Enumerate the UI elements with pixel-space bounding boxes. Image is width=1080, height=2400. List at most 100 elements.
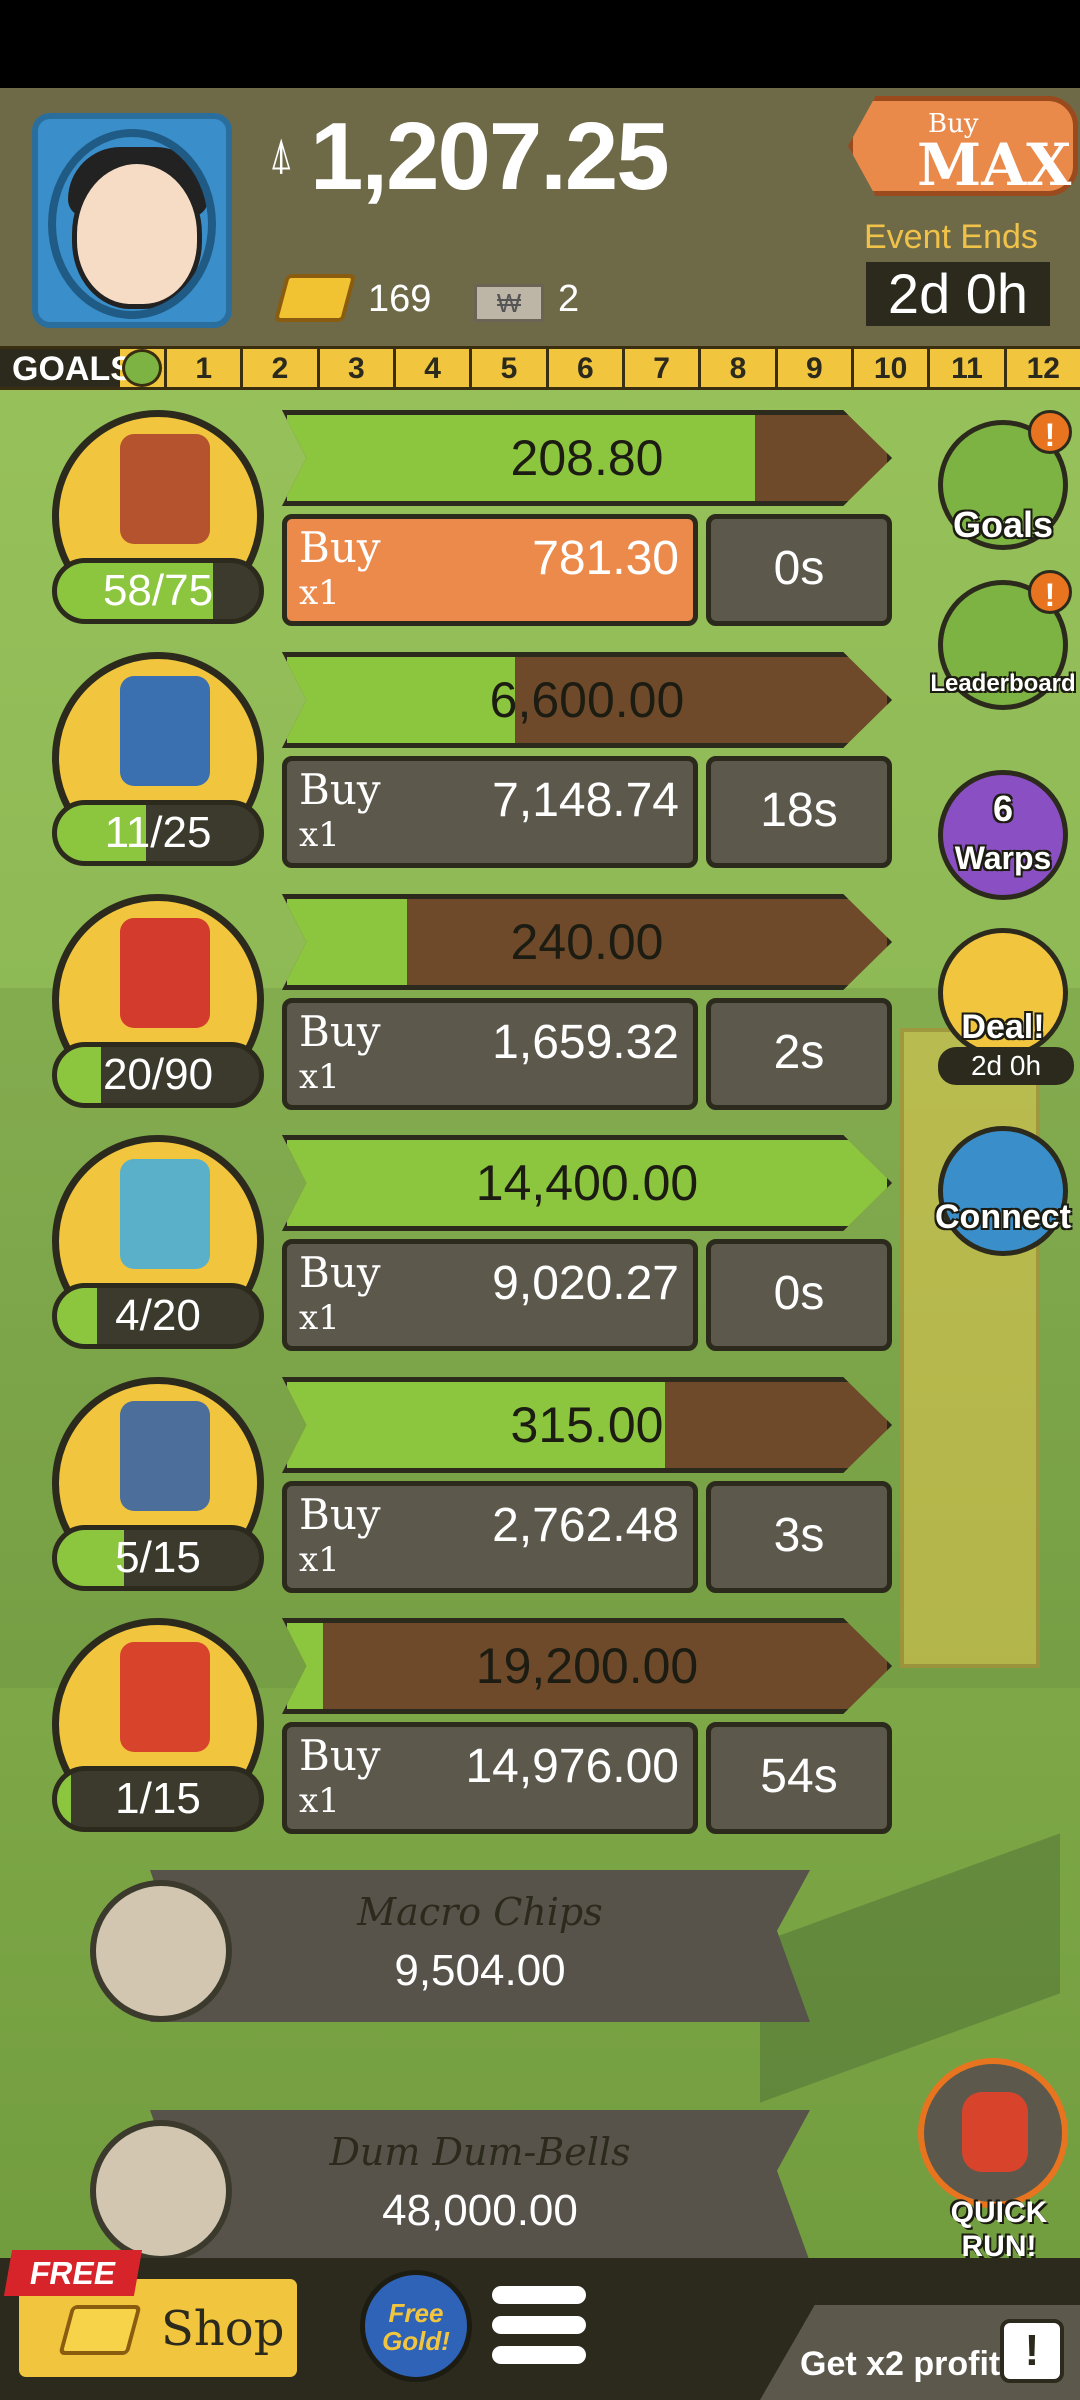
- locked-business-row[interactable]: Macro Chips 9,504.00: [90, 1870, 810, 2022]
- game-console-icon: [120, 1401, 210, 1511]
- buy-cost: 1,659.32: [492, 1016, 679, 1069]
- boxing-glove-icon: [120, 1642, 210, 1752]
- deal-button[interactable]: Deal!: [938, 928, 1068, 1058]
- business-row-boxing-glove: 1/15 19,200.00 Buy x1 14,976.00 54s: [0, 1618, 900, 1834]
- business-row-treadmill: 11/25 6,600.00 Buy x1 7,148.74 18s: [0, 652, 900, 868]
- buy-button[interactable]: Buy x1 1,659.32: [282, 998, 698, 1110]
- cycle-timer: 0s: [706, 514, 892, 626]
- background-poster: [900, 1028, 1040, 1668]
- locked-business-cost: 48,000.00: [382, 2186, 578, 2235]
- status-bar: [0, 0, 1080, 88]
- buy-max-button[interactable]: Buy MAX: [848, 96, 1078, 196]
- hamburger-menu-icon[interactable]: [492, 2286, 588, 2376]
- buy-label: Buy: [299, 1731, 381, 1780]
- avatar-helmet: [48, 129, 216, 319]
- shop-label: Shop: [161, 2301, 285, 2357]
- buy-cost: 781.30: [532, 532, 679, 585]
- goal-number: 4: [392, 349, 469, 387]
- goals-bar[interactable]: GOALS 1 2 3 4 5 6 7 8 9 10 11 12: [0, 346, 1080, 390]
- goals-side-label: Goals: [952, 504, 1054, 545]
- buy-button[interactable]: Buy x1 9,020.27: [282, 1239, 698, 1351]
- buy-label: Buy: [299, 765, 381, 814]
- cycle-timer: 2s: [706, 998, 892, 1110]
- buy-button[interactable]: Buy x1 2,762.48: [282, 1481, 698, 1593]
- warps-label: Warps: [954, 840, 1052, 876]
- owned-count-label: 5/15: [115, 1533, 201, 1582]
- player-avatar[interactable]: [32, 113, 232, 328]
- goals-gift-icon: [120, 349, 164, 387]
- revenue-progress-bar[interactable]: 208.80: [282, 410, 892, 506]
- connect-label: Connect: [935, 1198, 1071, 1236]
- buy-label: Buy: [299, 1007, 381, 1056]
- locked-business-row[interactable]: Dum Dum-Bells 48,000.00: [90, 2110, 810, 2262]
- revenue-progress-bar[interactable]: 19,200.00: [282, 1618, 892, 1714]
- deal-label: Deal!: [961, 1008, 1045, 1046]
- gold-gem-icon: [58, 2305, 142, 2355]
- owned-count: 1/15: [52, 1766, 264, 1832]
- connect-button[interactable]: Connect: [935, 1126, 1071, 1256]
- free-ribbon: FREE: [3, 2250, 143, 2296]
- revenue-value: 208.80: [510, 430, 664, 486]
- revenue-progress-bar[interactable]: 6,600.00: [282, 652, 892, 748]
- owned-count: 58/75: [52, 558, 264, 624]
- revenue-value: 19,200.00: [475, 1638, 699, 1694]
- event-timer: 2d 0h: [866, 262, 1050, 326]
- boxing-glove-icon: [962, 2092, 1028, 2172]
- smoothie-cup-icon: [120, 1159, 210, 1269]
- owned-count-label: 1/15: [115, 1774, 201, 1823]
- x2-profit-label: Get x2 profit!: [800, 2345, 1012, 2383]
- buy-multiplier: x1: [299, 1540, 340, 1580]
- business-row-soda-can: 20/90 240.00 Buy x1 1,659.32 2s: [0, 894, 900, 1110]
- buy-cost: 9,020.27: [492, 1257, 679, 1310]
- goals-alert-icon: !: [1028, 410, 1072, 454]
- money-icon: ⍋: [268, 130, 295, 179]
- goals-side-button[interactable]: ! Goals: [938, 410, 1072, 550]
- quick-run-button[interactable]: QUICK RUN!: [918, 2058, 1068, 2263]
- revenue-value: 315.00: [510, 1397, 664, 1453]
- cycle-timer: 54s: [706, 1722, 892, 1834]
- buy-cost: 2,762.48: [492, 1499, 679, 1552]
- goal-number: 5: [469, 349, 545, 387]
- buy-multiplier: x1: [299, 1298, 340, 1338]
- buy-button[interactable]: Buy x1 14,976.00: [282, 1722, 698, 1834]
- gold-count: 169: [368, 278, 432, 320]
- buy-multiplier: x1: [299, 815, 340, 855]
- cycle-timer: 3s: [706, 1481, 892, 1593]
- goal-number: 9: [774, 349, 851, 387]
- goal-number: 8: [698, 349, 774, 387]
- buy-label: Buy: [299, 1490, 381, 1539]
- owned-count-label: 58/75: [102, 566, 214, 615]
- warps-button[interactable]: 6 Warps: [938, 770, 1068, 900]
- buy-multiplier: x1: [299, 573, 340, 613]
- revenue-value: 6,600.00: [489, 672, 685, 728]
- owned-count: 4/20: [52, 1283, 264, 1349]
- buy-button[interactable]: Buy x1 7,148.74: [282, 756, 698, 868]
- owned-count-label: 20/90: [102, 1050, 214, 1099]
- revenue-progress-bar[interactable]: 240.00: [282, 894, 892, 990]
- goal-number: 12: [1003, 349, 1080, 387]
- buy-multiplier: x1: [299, 1057, 340, 1097]
- buy-label: Buy: [299, 1248, 381, 1297]
- free-gold-button[interactable]: Free Gold!: [360, 2270, 472, 2382]
- buy-label: Buy: [299, 523, 381, 572]
- treadmill-icon: [120, 676, 210, 786]
- locked-business-name: Macro Chips: [357, 1890, 603, 1934]
- quick-run-label: QUICK RUN!: [950, 2196, 1048, 2263]
- cycle-timer: 18s: [706, 756, 892, 868]
- leaderboard-button[interactable]: ! Leaderboard: [930, 570, 1076, 710]
- cycle-timer: 0s: [706, 1239, 892, 1351]
- leaderboard-alert-icon: !: [1028, 570, 1072, 614]
- revenue-progress-bar[interactable]: 14,400.00: [282, 1135, 892, 1231]
- business-row-game-console: 5/15 315.00 Buy x1 2,762.48 3s: [0, 1377, 900, 1593]
- owned-count-label: 11/25: [104, 808, 212, 857]
- owned-count-label: 4/20: [115, 1291, 201, 1340]
- gold-icon: [273, 274, 357, 322]
- goal-number: 1: [164, 349, 240, 387]
- megabucks-count: 2: [558, 278, 580, 320]
- buy-max-bottom: MAX: [917, 131, 1072, 199]
- revenue-progress-bar[interactable]: 315.00: [282, 1377, 892, 1473]
- locked-business-name: Dum Dum-Bells: [329, 2130, 631, 2174]
- buy-button[interactable]: Buy x1 781.30: [282, 514, 698, 626]
- leaderboard-label: Leaderboard: [930, 670, 1076, 697]
- locked-business-cost: 9,504.00: [394, 1946, 566, 1995]
